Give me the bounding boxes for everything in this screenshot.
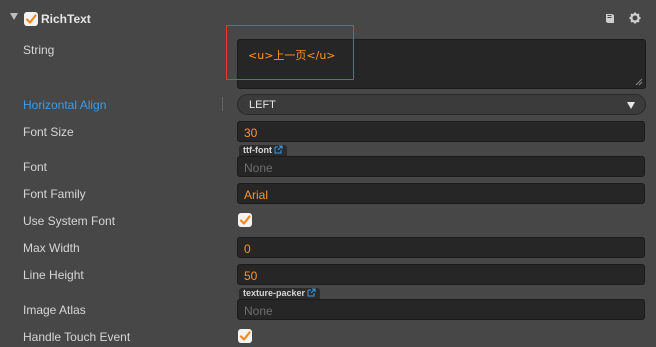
font-asset-tag-text: ttf-font [243, 145, 272, 155]
font-asset-tag: ttf-font [239, 145, 287, 156]
chevron-down-icon [627, 102, 635, 109]
gear-icon[interactable] [629, 12, 641, 27]
use-system-font-label: Use System Font [23, 214, 116, 228]
triangle-down-icon[interactable] [10, 13, 18, 20]
image-atlas-tag-text: texture-packer [243, 288, 306, 298]
font-family-label: Font Family [23, 187, 86, 201]
line-height-input[interactable]: 50 [237, 264, 645, 285]
resize-grip-icon[interactable] [635, 78, 643, 86]
divider [222, 97, 223, 111]
external-link-icon[interactable] [307, 288, 316, 297]
font-asset-value: None [244, 161, 273, 175]
check-icon [239, 331, 251, 341]
line-height-value: 50 [244, 269, 258, 283]
horizontal-align-select[interactable]: LEFT [237, 94, 646, 115]
book-icon[interactable] [604, 12, 616, 27]
external-link-icon[interactable] [274, 145, 283, 154]
font-family-input[interactable]: Arial [237, 183, 645, 204]
font-size-input[interactable]: 30 [237, 121, 645, 142]
font-asset-field[interactable]: None [237, 156, 645, 177]
check-icon [25, 14, 37, 24]
string-label: String [23, 43, 55, 57]
check-icon [239, 215, 251, 225]
max-width-value: 0 [244, 242, 251, 256]
highlight-annotation [226, 25, 354, 80]
max-width-input[interactable]: 0 [237, 237, 645, 258]
image-atlas-label: Image Atlas [23, 303, 86, 317]
component-title: RichText [41, 12, 91, 26]
image-atlas-value: None [244, 304, 273, 318]
font-label: Font [23, 160, 48, 174]
font-size-label: Font Size [23, 125, 74, 139]
image-atlas-tag: texture-packer [239, 288, 321, 299]
component-enabled-checkbox[interactable] [24, 12, 38, 26]
max-width-label: Max Width [23, 241, 80, 255]
horizontal-align-value: LEFT [249, 99, 276, 111]
line-height-label: Line Height [23, 268, 84, 282]
horizontal-align-label: Horizontal Align [23, 98, 107, 112]
image-atlas-field[interactable]: None [237, 299, 645, 320]
handle-touch-event-label: Handle Touch Event [23, 330, 131, 344]
handle-touch-event-checkbox[interactable] [238, 329, 252, 343]
use-system-font-checkbox[interactable] [238, 213, 252, 227]
font-size-value: 30 [244, 126, 258, 140]
font-family-value: Arial [244, 188, 269, 202]
